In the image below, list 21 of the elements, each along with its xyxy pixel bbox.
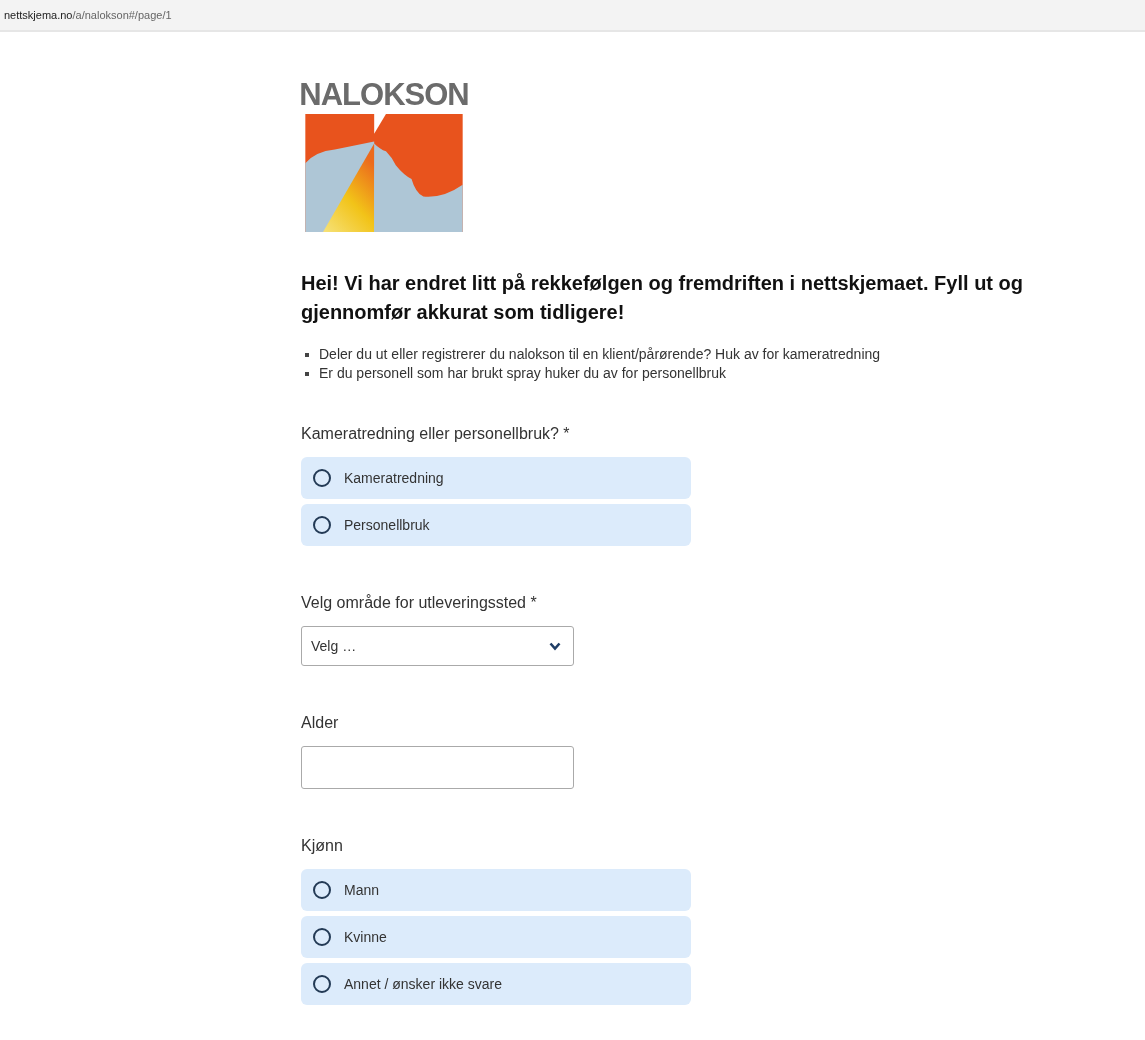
logo-wordmark: NALOKSON xyxy=(299,79,469,111)
radio-option[interactable]: Annet / ønsker ikke svare xyxy=(301,963,691,1005)
bullet-icon xyxy=(305,371,309,376)
address-bar[interactable]: nettskjema.no/a/nalokson#/page/1 xyxy=(0,0,1145,32)
question-label: Velg område for utleveringssted * xyxy=(301,594,538,612)
instruction-text: Er du personell som har brukt spray huker du av for personellbruk xyxy=(319,364,726,383)
dropdown[interactable]: Velg … xyxy=(301,626,574,666)
chevron-down-icon xyxy=(549,641,561,651)
url-host: nettskjema.no xyxy=(4,9,73,21)
radio-option[interactable]: Mann xyxy=(301,869,691,911)
heading: Hei! Vi har endret litt på rekkefølgen og fremdriften i nettskjemaet. Fyll ut og gjennomfør akkurat som tidligere! xyxy=(301,271,1024,325)
radio-option[interactable]: Personellbruk xyxy=(301,504,691,546)
bullet-icon xyxy=(305,352,309,357)
input-field[interactable] xyxy=(301,746,574,789)
url-path: /a/nalokson#/page/1 xyxy=(72,9,172,21)
radio-option[interactable]: Kvinne xyxy=(301,916,691,958)
radio-option[interactable]: Kameratredning xyxy=(301,457,691,499)
question-label: Kjønn xyxy=(301,837,344,855)
instruction-text: Deler du ut eller registrerer du nalokson til en klient/pårørende? Huk av for kameratredning xyxy=(319,345,881,364)
question-label: Kameratredning eller personellbruk? * xyxy=(301,425,571,443)
question-label: Alder xyxy=(301,714,340,732)
